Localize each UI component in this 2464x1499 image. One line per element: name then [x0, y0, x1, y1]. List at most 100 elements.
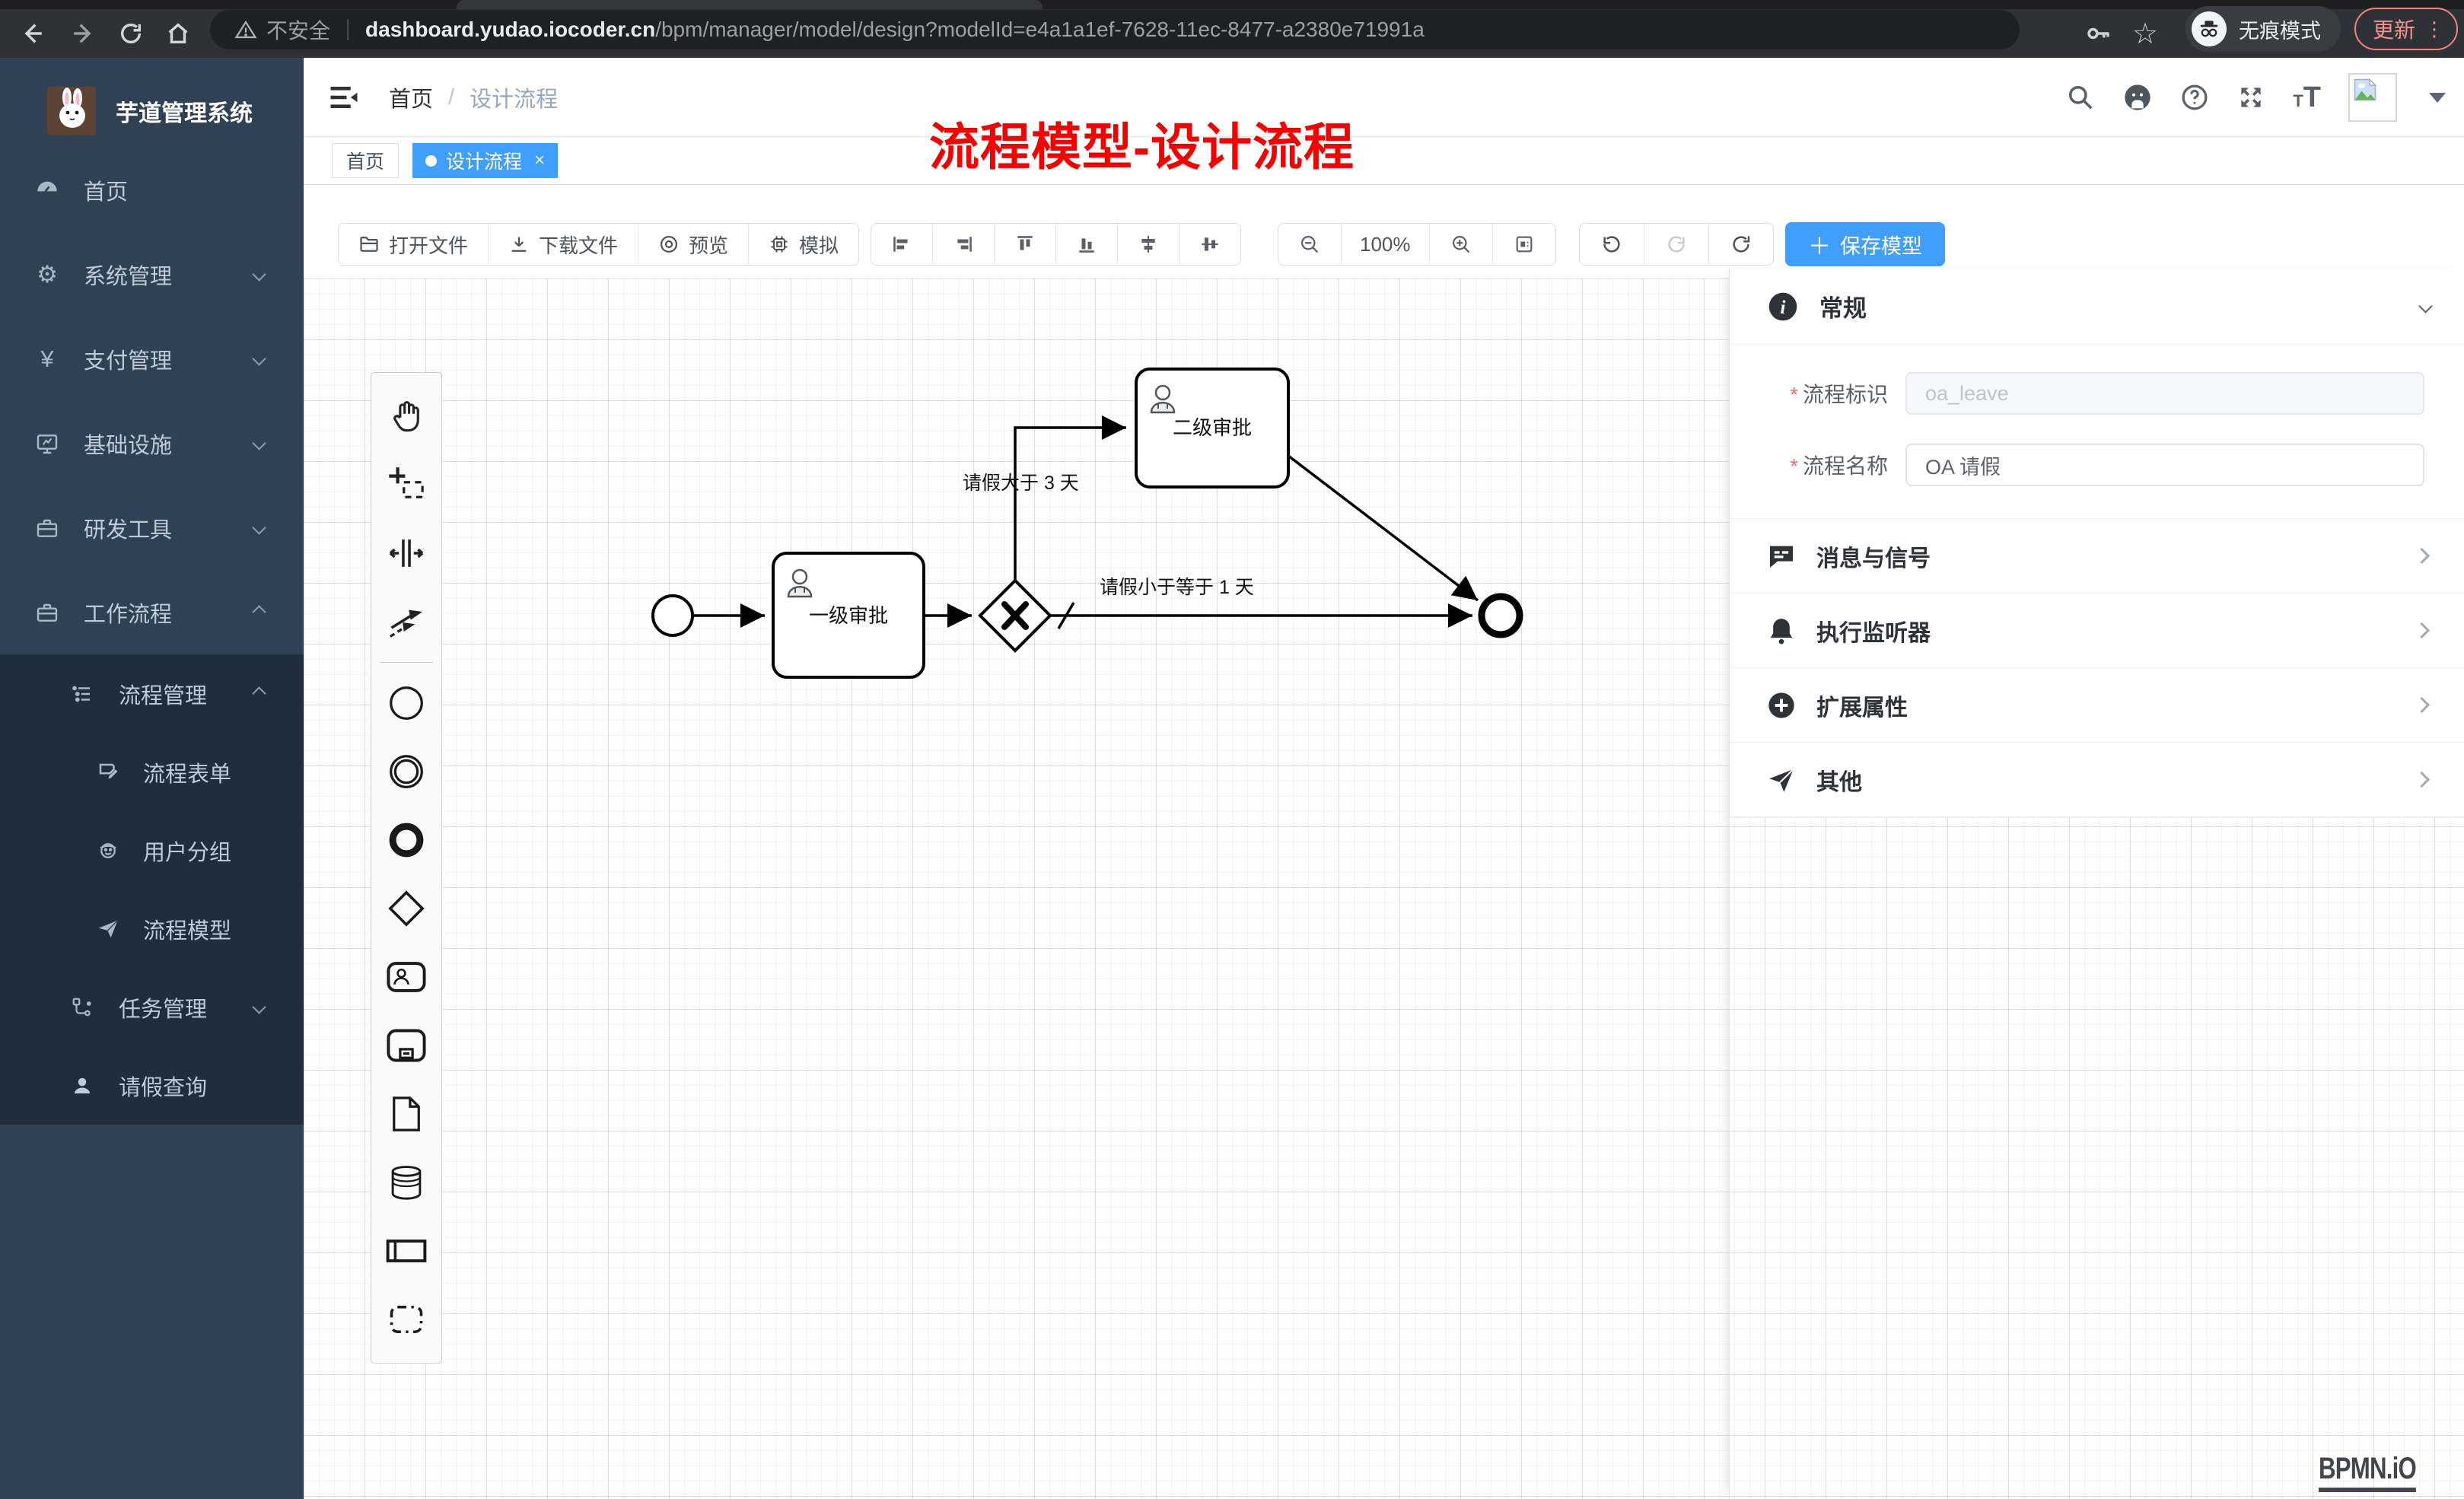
password-manager-button[interactable]	[2085, 9, 2112, 58]
flow-task2-to-end[interactable]	[1288, 456, 1478, 600]
close-icon[interactable]: ×	[534, 150, 545, 171]
tags-view: 首页 设计流程 ×	[304, 137, 2464, 185]
zoom-out-button[interactable]	[1278, 224, 1342, 265]
sidebar-item-system[interactable]: ⚙ 系统管理	[0, 232, 304, 317]
bell-icon	[1766, 616, 1797, 646]
zoom-reset-button[interactable]	[1493, 224, 1555, 265]
open-file-button[interactable]: 打开文件	[339, 224, 489, 265]
download-file-button[interactable]: 下载文件	[489, 224, 638, 265]
sidebar-item-label: 首页	[84, 174, 128, 206]
search-button[interactable]	[2066, 83, 2095, 112]
align-right-icon	[953, 234, 973, 254]
general-section-header[interactable]: i 常规	[1730, 269, 2464, 345]
browser-tab[interactable]	[457, 0, 1043, 9]
align-top-button[interactable]	[995, 224, 1056, 265]
flow-nodes-icon	[67, 996, 97, 1019]
main-area: 首页 / 设计流程	[304, 58, 2464, 1499]
avatar-caret-icon[interactable]	[2429, 93, 2446, 103]
svg-text:i: i	[1780, 296, 1786, 318]
sidebar-item-process-form[interactable]: 流程表单	[0, 733, 304, 811]
reload-icon	[118, 21, 144, 46]
align-vertical-center-button[interactable]	[1118, 224, 1179, 265]
security-label: 不安全	[266, 14, 330, 45]
sidebar-item-process-model[interactable]: 流程模型	[0, 890, 304, 968]
align-left-button[interactable]	[871, 224, 933, 265]
font-size-button[interactable]: TT	[2293, 81, 2321, 114]
sidebar-item-leave-query[interactable]: 请假查询	[0, 1046, 304, 1125]
process-name-label: *流程名称	[1730, 450, 1888, 480]
preview-button[interactable]: 预览	[638, 224, 749, 265]
align-bottom-icon	[1077, 234, 1097, 254]
required-asterisk: *	[1790, 383, 1798, 406]
simulate-button[interactable]: 模拟	[749, 224, 858, 265]
save-model-button[interactable]: ＋ 保存模型	[1785, 222, 1945, 266]
annotation-title: 流程模型-设计流程	[929, 107, 1355, 180]
sidebar-item-devtools[interactable]: 研发工具	[0, 485, 304, 570]
process-key-input[interactable]	[1905, 372, 2424, 415]
end-event-node[interactable]	[1482, 597, 1520, 635]
browser-back-button[interactable]	[11, 9, 53, 58]
history-button-group	[1579, 223, 1774, 266]
app-logo-row[interactable]: 芋道管理系统	[0, 58, 304, 148]
avatar[interactable]	[2348, 73, 2397, 122]
warning-icon	[234, 18, 257, 41]
download-file-label: 下载文件	[539, 231, 618, 259]
header-actions: TT	[2066, 58, 2446, 137]
restart-button[interactable]	[1709, 224, 1773, 265]
sidebar-collapse-button[interactable]	[328, 81, 360, 113]
folder-icon	[358, 234, 380, 255]
browser-reload-button[interactable]	[110, 9, 152, 58]
process-name-input[interactable]	[1905, 444, 2424, 486]
tag-design-process[interactable]: 设计流程 ×	[412, 143, 558, 178]
browser-update-button[interactable]: 更新 ⋮	[2354, 8, 2458, 50]
align-horizontal-center-button[interactable]	[1179, 224, 1240, 265]
tag-label: 设计流程	[446, 147, 522, 174]
browser-menu-icon[interactable]: ⋮	[2424, 18, 2444, 41]
sidebar-item-process-management[interactable]: 流程管理	[0, 654, 304, 733]
start-event-node[interactable]	[653, 596, 692, 635]
section-execution-listener[interactable]: 执行监听器	[1730, 594, 2464, 668]
help-button[interactable]	[2180, 83, 2209, 112]
sidebar-item-label: 支付管理	[84, 343, 172, 375]
zoom-in-button[interactable]	[1430, 224, 1493, 265]
people-icon	[93, 839, 123, 862]
browser-forward-button[interactable]	[62, 9, 105, 58]
sidebar-item-label: 研发工具	[84, 512, 172, 544]
undo-button[interactable]	[1580, 224, 1644, 265]
sidebar-item-task-management[interactable]: 任务管理	[0, 968, 304, 1046]
bookmark-star-button[interactable]: ☆	[2132, 9, 2158, 58]
section-messages-signals[interactable]: 消息与信号	[1730, 519, 2464, 594]
chevron-right-icon	[2414, 622, 2430, 638]
person-icon	[67, 1074, 97, 1097]
chevron-right-icon	[2414, 548, 2430, 564]
app-title: 芋道管理系统	[116, 94, 253, 128]
sidebar-item-infrastructure[interactable]: 基础设施	[0, 401, 304, 485]
section-other[interactable]: 其他	[1730, 743, 2464, 817]
yen-icon: ¥	[32, 345, 62, 373]
chevron-down-icon	[252, 267, 266, 281]
sidebar-item-payment[interactable]: ¥ 支付管理	[0, 317, 304, 401]
breadcrumb-home[interactable]: 首页	[389, 81, 433, 113]
github-button[interactable]	[2122, 82, 2153, 113]
align-hcenter-icon	[1200, 234, 1220, 254]
address-bar[interactable]: 不安全 dashboard.yudao.iocoder.cn/bpm/manag…	[210, 10, 2020, 49]
condition-label-gt3[interactable]: 请假大于 3 天	[963, 473, 1079, 494]
browser-home-button[interactable]	[157, 9, 199, 58]
align-left-icon	[892, 234, 912, 254]
align-right-button[interactable]	[933, 224, 995, 265]
chevron-down-icon	[252, 436, 266, 450]
app-logo	[47, 87, 96, 135]
tag-home[interactable]: 首页	[332, 143, 399, 178]
section-extended-attributes[interactable]: 扩展属性	[1730, 668, 2464, 743]
sidebar-item-home[interactable]: 首页	[0, 148, 304, 232]
flow-gateway-to-task2[interactable]	[1015, 428, 1126, 581]
sidebar-item-user-group[interactable]: 用户分组	[0, 811, 304, 890]
workflow-submenu: 流程管理 流程表单 用户分组 流程模型 任务管理	[0, 654, 304, 1125]
field-label: 流程名称	[1803, 454, 1888, 478]
align-bottom-button[interactable]	[1056, 224, 1118, 265]
redo-button[interactable]	[1644, 224, 1709, 265]
fullscreen-button[interactable]	[2236, 83, 2265, 112]
condition-label-le1[interactable]: 请假小于等于 1 天	[1100, 577, 1254, 598]
sidebar-item-label: 流程表单	[143, 756, 231, 788]
sidebar-item-workflow[interactable]: 工作流程	[0, 570, 304, 654]
